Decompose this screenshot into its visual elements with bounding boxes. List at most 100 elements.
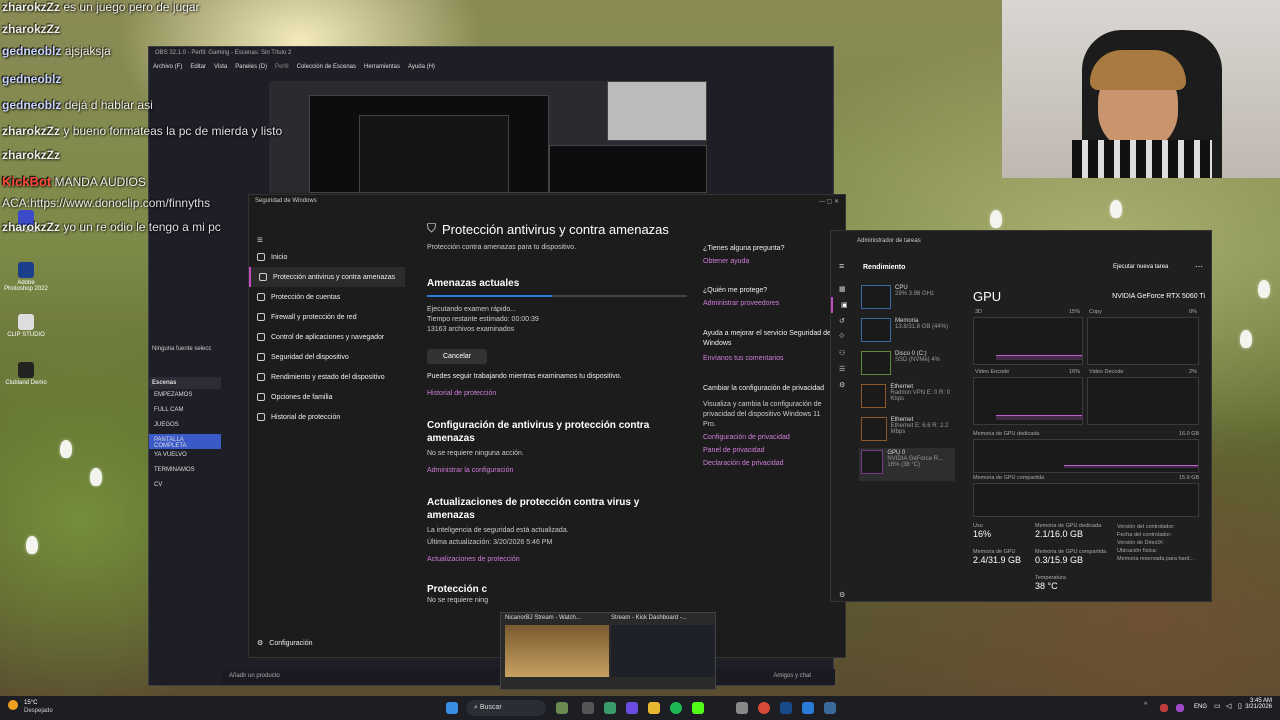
wifi-icon xyxy=(257,313,265,321)
start-icon[interactable] xyxy=(446,702,458,714)
resource-disk[interactable]: Disco 0 (C:) SSD (NVMe) 4% xyxy=(859,349,955,382)
services-icon[interactable]: ⚙ xyxy=(831,377,855,393)
startup-icon[interactable]: ⟐ xyxy=(831,329,855,345)
folder-icon[interactable] xyxy=(648,702,660,714)
scene-item[interactable]: CV xyxy=(149,479,221,494)
nav-item-settings[interactable]: ⚙ Configuración xyxy=(249,633,312,653)
weather-text[interactable]: Despejado xyxy=(24,708,53,714)
app-icon[interactable] xyxy=(626,702,638,714)
edge-icon[interactable] xyxy=(604,702,616,714)
window-controls[interactable]: — ▢ ✕ xyxy=(819,198,839,206)
graph-decode-label: Video Decode xyxy=(1089,369,1124,375)
menu-item[interactable]: Ayuda (H) xyxy=(408,64,435,72)
stat-uso: Uso 16% xyxy=(973,523,992,539)
menu-item[interactable]: Editar xyxy=(190,64,206,72)
volume-icon[interactable]: ◁ xyxy=(1226,702,1231,710)
performance-icon[interactable]: ▣ xyxy=(831,297,855,313)
menu-item[interactable]: Paneles (D) xyxy=(235,64,267,72)
add-product-link[interactable]: Añadir un producto xyxy=(229,673,280,679)
privacy-settings-link[interactable]: Configuración de privacidad xyxy=(703,434,833,441)
scene-item[interactable]: TERMINAMOS xyxy=(149,464,221,479)
hamburger-icon[interactable]: ≡ xyxy=(257,235,263,246)
clock[interactable]: 3:45 AM 3/21/2026 xyxy=(1244,698,1272,710)
app-icon[interactable] xyxy=(824,702,836,714)
person-hair xyxy=(1090,50,1186,90)
nav-item-history[interactable]: Historial de protección xyxy=(249,407,405,427)
windows-security-window[interactable]: Seguridad de Windows — ▢ ✕ ≡ Inicio Prot… xyxy=(248,194,846,658)
chevron-up-icon[interactable]: ^ xyxy=(1144,702,1147,709)
resource-gpu[interactable]: GPU 0 NVIDIA GeForce R... 16% (38 °C) xyxy=(859,448,955,481)
chat-message: zharokzZz y bueno formateas la pc de mie… xyxy=(2,124,283,138)
dedicated-mem-max: 16.0 GB xyxy=(1179,431,1200,437)
get-help-link[interactable]: Obtener ayuda xyxy=(703,258,833,265)
scene-item-active[interactable]: PANTALLA COMPLETA xyxy=(149,434,221,449)
task-manager-window[interactable]: Administrador de tareas ≡ ▦ ▣ ↺ ⟐ ⚇ ☰ ⚙ … xyxy=(830,230,1212,602)
scenes-header: Escenas xyxy=(149,377,221,389)
desktop-icon[interactable]: CLIP STUDIO xyxy=(4,314,48,338)
details-icon[interactable]: ☰ xyxy=(831,361,855,377)
processes-icon[interactable]: ▦ xyxy=(831,281,855,297)
nav-item-inicio[interactable]: Inicio xyxy=(249,247,405,267)
thumbnail-stream-watch[interactable]: NicanorBJ Stream - Watch... xyxy=(505,615,609,677)
menu-item[interactable]: Archivo (F) xyxy=(153,64,182,72)
browser-icon xyxy=(257,333,265,341)
scene-item[interactable]: EMPEZAMOS xyxy=(149,389,221,404)
history-link[interactable]: Historial de protección xyxy=(427,390,687,397)
battery-icon[interactable]: ▯ xyxy=(1238,702,1242,710)
tm-title: Administrador de tareas xyxy=(857,238,921,244)
thumbnail-kick-dashboard[interactable]: Stream - Kick Dashboard -... xyxy=(611,615,715,677)
menu-item[interactable]: Vista xyxy=(214,64,227,72)
manage-settings-link[interactable]: Administrar la configuración xyxy=(427,467,687,474)
manage-providers-link[interactable]: Administrar proveedores xyxy=(703,300,833,307)
scene-item[interactable]: JUEGOS xyxy=(149,419,221,434)
resource-memory[interactable]: Memoria 13.8/31.8 GB (44%) xyxy=(859,316,955,349)
history-icon[interactable]: ↺ xyxy=(831,313,855,329)
resource-ethernet-vpn[interactable]: Ethernet Radmin VPN E: 0 R: 0 Kbps xyxy=(859,382,955,415)
search-box[interactable]: ⌕ Buscar xyxy=(466,700,546,716)
network-icon[interactable]: ▭ xyxy=(1214,702,1221,710)
taskbar-thumbnails: NicanorBJ Stream - Watch... Stream - Kic… xyxy=(500,612,716,690)
tray-icon[interactable] xyxy=(1160,704,1168,712)
nav-item-accounts[interactable]: Protección de cuentas xyxy=(249,287,405,307)
nav-item-performance[interactable]: Rendimiento y estado del dispositivo xyxy=(249,367,405,387)
app-icon[interactable] xyxy=(736,702,748,714)
menu-item[interactable]: Colección de Escenas xyxy=(297,64,356,72)
cancel-button[interactable]: Cancelar xyxy=(427,349,488,364)
memory-mini-graph xyxy=(861,318,891,342)
heart-icon xyxy=(257,373,265,381)
menu-item[interactable]: Perfil xyxy=(275,64,289,72)
shield-icon[interactable] xyxy=(802,702,814,714)
users-icon[interactable]: ⚇ xyxy=(831,345,855,361)
settings-icon[interactable]: ⚙ xyxy=(839,591,845,599)
steam-icon[interactable] xyxy=(780,702,792,714)
resource-cpu[interactable]: CPU 29% 3.96 GHz xyxy=(859,283,955,316)
nav-item-firewall[interactable]: Firewall y protección de red xyxy=(249,307,405,327)
run-task-button[interactable]: Ejecutar nueva tarea xyxy=(1113,264,1168,270)
privacy-statement-link[interactable]: Declaración de privacidad xyxy=(703,460,833,467)
nav-item-device-security[interactable]: Seguridad del dispositivo xyxy=(249,347,405,367)
task-view-icon[interactable] xyxy=(582,702,594,714)
nav-item-antivirus[interactable]: Protección antivirus y contra amenazas xyxy=(249,267,405,287)
widgets-icon[interactable] xyxy=(556,702,568,714)
privacy-dashboard-link[interactable]: Panel de privacidad xyxy=(703,447,833,454)
friends-chat-link[interactable]: Amigos y chat xyxy=(773,673,811,679)
resource-ethernet[interactable]: Ethernet Ethernet E: 6.6 R: 2.2 Mbps xyxy=(859,415,955,448)
desktop-icon[interactable]: Adobe Photoshop 2022 xyxy=(4,262,48,292)
updates-link[interactable]: Actualizaciones de protección xyxy=(427,556,687,563)
scene-item[interactable]: FULL CAM xyxy=(149,404,221,419)
nav-item-family[interactable]: Opciones de familia xyxy=(249,387,405,407)
nav-item-app-control[interactable]: Control de aplicaciones y navegador xyxy=(249,327,405,347)
weather-temp[interactable]: 15°C xyxy=(24,700,37,706)
spotify-icon[interactable] xyxy=(670,702,682,714)
scene-item[interactable]: YA VUELVO xyxy=(149,449,221,464)
send-feedback-link[interactable]: Envíanos tus comentarios xyxy=(703,355,833,362)
app-icon[interactable] xyxy=(758,702,770,714)
kick-icon[interactable] xyxy=(692,702,704,714)
menu-item[interactable]: Herramientas xyxy=(364,64,400,72)
language-indicator[interactable]: ENG xyxy=(1194,704,1207,710)
mic-icon[interactable] xyxy=(1176,704,1184,712)
more-options-icon[interactable]: ⋯ xyxy=(1195,262,1203,271)
security-nav: Inicio Protección antivirus y contra ame… xyxy=(249,247,405,427)
desktop-icon[interactable]: Clubland Demo xyxy=(4,362,48,386)
hamburger-icon[interactable]: ≡ xyxy=(831,251,855,281)
